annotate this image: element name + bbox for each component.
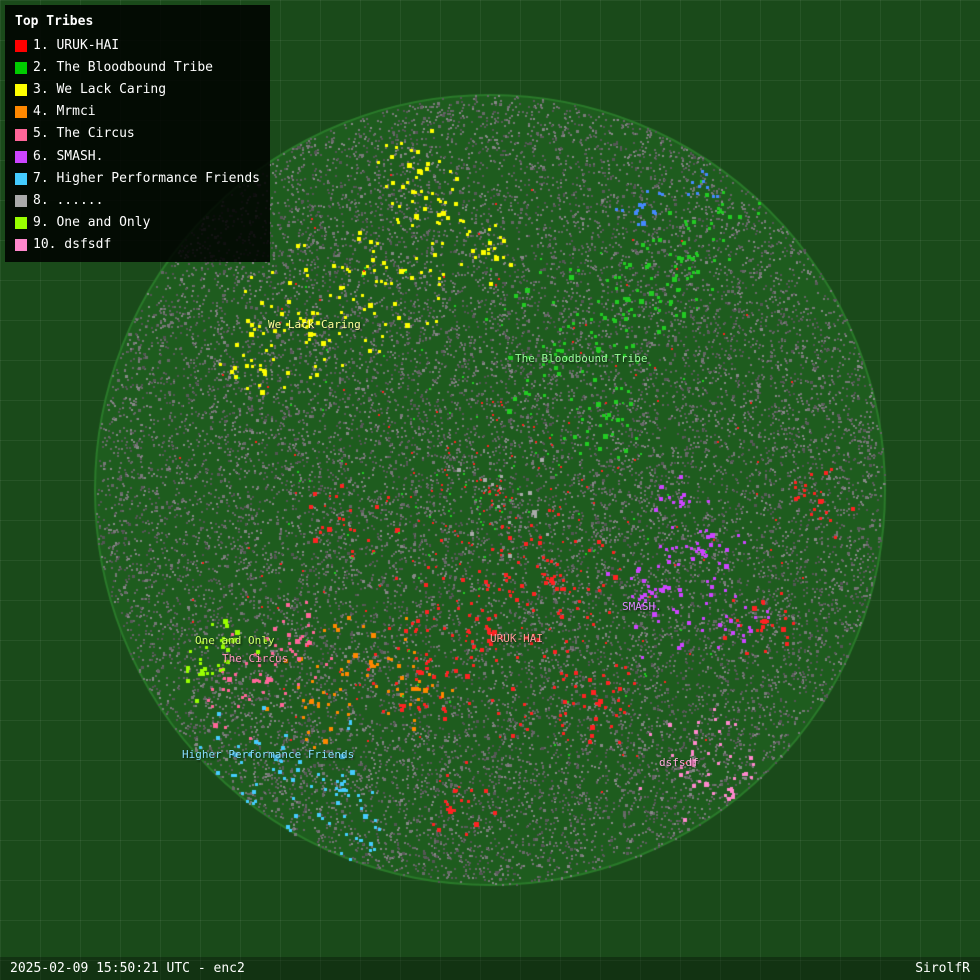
legend-item: 6. SMASH. bbox=[15, 146, 260, 168]
legend-item: 4. Mrmci bbox=[15, 101, 260, 123]
legend-item-label: 9. One and Only bbox=[33, 212, 150, 234]
legend-item: 1. URUK-HAI bbox=[15, 35, 260, 57]
status-bar: 2025-02-09 15:50:21 UTC - enc2 SirolfR bbox=[0, 957, 980, 980]
legend-item: 3. We Lack Caring bbox=[15, 79, 260, 101]
timestamp-label: 2025-02-09 15:50:21 UTC - enc2 bbox=[10, 961, 245, 976]
legend-items: 1. URUK-HAI2. The Bloodbound Tribe3. We … bbox=[15, 35, 260, 256]
legend-item: 5. The Circus bbox=[15, 123, 260, 145]
legend-item-label: 4. Mrmci bbox=[33, 101, 96, 123]
legend-item-label: 6. SMASH. bbox=[33, 146, 103, 168]
legend-color-swatch bbox=[15, 239, 27, 251]
legend-title: Top Tribes bbox=[15, 11, 260, 33]
legend-box: Top Tribes 1. URUK-HAI2. The Bloodbound … bbox=[5, 5, 270, 262]
legend-color-swatch bbox=[15, 84, 27, 96]
legend-color-swatch bbox=[15, 173, 27, 185]
legend-color-swatch bbox=[15, 129, 27, 141]
legend-color-swatch bbox=[15, 151, 27, 163]
legend-color-swatch bbox=[15, 40, 27, 52]
legend-item: 8. ...... bbox=[15, 190, 260, 212]
legend-item: 9. One and Only bbox=[15, 212, 260, 234]
legend-item-label: 1. URUK-HAI bbox=[33, 35, 119, 57]
legend-item: 2. The Bloodbound Tribe bbox=[15, 57, 260, 79]
legend-color-swatch bbox=[15, 106, 27, 118]
legend-item-label: 2. The Bloodbound Tribe bbox=[33, 57, 213, 79]
legend-item: 10. dsfsdf bbox=[15, 234, 260, 256]
server-label: SirolfR bbox=[915, 961, 970, 976]
legend-color-swatch bbox=[15, 217, 27, 229]
legend-item-label: 5. The Circus bbox=[33, 123, 135, 145]
legend-color-swatch bbox=[15, 62, 27, 74]
legend-item: 7. Higher Performance Friends bbox=[15, 168, 260, 190]
legend-item-label: 3. We Lack Caring bbox=[33, 79, 166, 101]
legend-item-label: 10. dsfsdf bbox=[33, 234, 111, 256]
legend-color-swatch bbox=[15, 195, 27, 207]
legend-item-label: 8. ...... bbox=[33, 190, 103, 212]
legend-item-label: 7. Higher Performance Friends bbox=[33, 168, 260, 190]
